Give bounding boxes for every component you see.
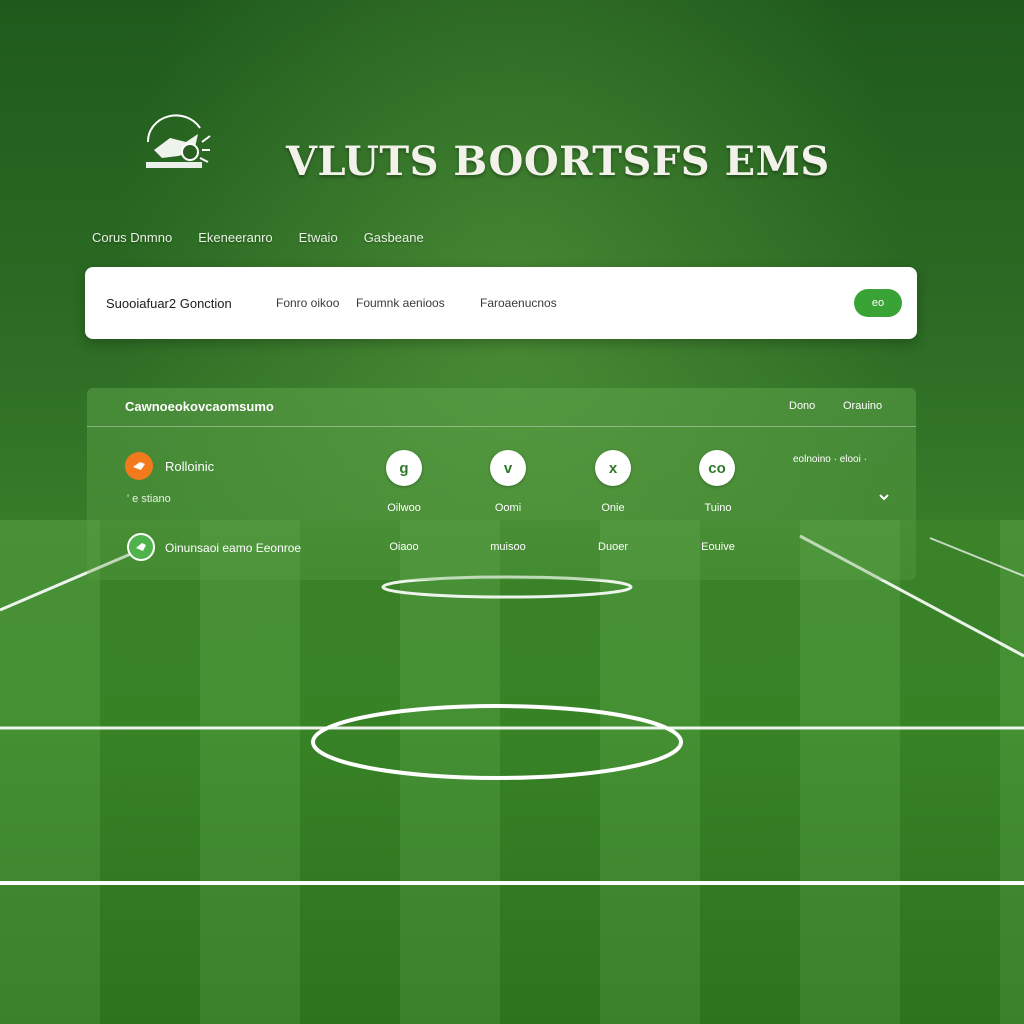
panel-title: Cawnoeokovcaomsumo [125, 399, 274, 414]
chevron-down-icon[interactable] [877, 490, 891, 504]
team-name[interactable]: Oinunsaoi eamo Eeonroe [165, 541, 301, 555]
team-badge-icon [125, 452, 153, 480]
column-label: Tuino [704, 502, 732, 514]
search-bar[interactable]: Suooiafuar2 Gonction Fonro oikoo Foumnk … [85, 267, 917, 339]
column-icon[interactable]: co [699, 450, 735, 486]
column-icon[interactable]: v [490, 450, 526, 486]
team-subtitle: ' e stiano [127, 493, 171, 505]
go-button[interactable]: eo [854, 289, 902, 317]
search-filter-3[interactable]: Foumnk aenioos [356, 296, 445, 310]
panel-header: Cawnoeokovcaomsumo Dono Orauino [87, 388, 916, 427]
column-label: Onie [601, 502, 625, 514]
panel-meta: eolnoino · elooi · [793, 454, 867, 465]
column-value: Duoer [598, 541, 628, 553]
soccer-pitch-background [0, 520, 1024, 1024]
panel-link-1[interactable]: Dono [789, 400, 815, 412]
search-filter-4[interactable]: Faroaenucnos [480, 296, 557, 310]
team-name[interactable]: Rolloinic [165, 459, 214, 474]
column-value: Eouive [701, 541, 735, 553]
pitch-lines [0, 534, 1024, 885]
nav-item-2[interactable]: Ekeneeranro [198, 230, 272, 245]
soccer-ball-logo-icon[interactable] [140, 112, 212, 176]
main-nav: Corus Dnmno Ekeneeranro Etwaio Gasbeane [92, 230, 424, 245]
column-label: Oomi [494, 502, 522, 514]
fixtures-panel: Cawnoeokovcaomsumo Dono Orauino Rolloini… [87, 388, 916, 580]
search-filter-2[interactable]: Fonro oikoo [276, 296, 339, 310]
nav-item-1[interactable]: Corus Dnmno [92, 230, 172, 245]
column-label: Oilwoo [387, 502, 421, 514]
column-value: muisoo [490, 541, 526, 553]
panel-link-2[interactable]: Orauino [843, 400, 882, 412]
column-icon[interactable]: g [386, 450, 422, 486]
site-title: VLUTS BOORTSFS EMS [286, 138, 830, 185]
nav-item-4[interactable]: Gasbeane [364, 230, 424, 245]
column-icon[interactable]: x [595, 450, 631, 486]
nav-item-3[interactable]: Etwaio [299, 230, 338, 245]
team-badge-icon [127, 533, 155, 561]
column-value: Oiaoo [389, 541, 419, 553]
search-filter-competition[interactable]: Suooiafuar2 Gonction [106, 296, 232, 311]
